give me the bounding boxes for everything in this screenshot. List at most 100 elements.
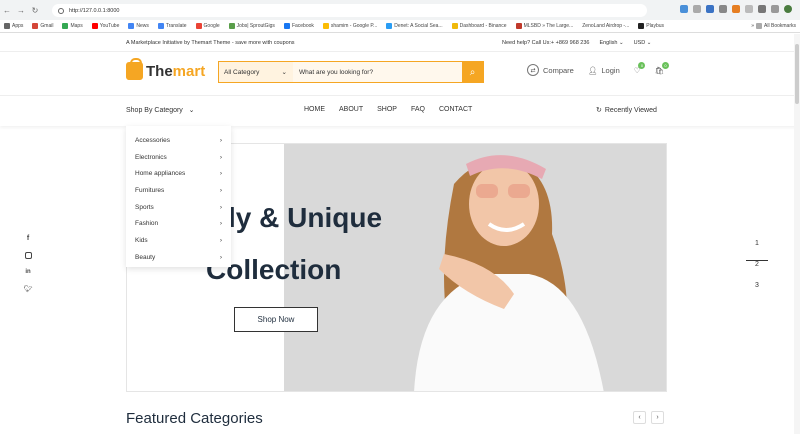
bookmark-news[interactable]: News [128, 23, 149, 29]
bookmark-google[interactable]: Google [195, 23, 220, 29]
category-item[interactable]: Home appliances › [126, 165, 231, 182]
category-item[interactable]: Beauty › [126, 249, 231, 266]
chevron-right-icon: › [219, 253, 222, 261]
chevron-right-icon[interactable]: › [651, 411, 664, 424]
category-dropdown: Accessories › Electronics › Home appliance… [126, 126, 231, 267]
sidepanel-icon[interactable] [771, 5, 779, 13]
forward-icon[interactable]: → [14, 6, 28, 15]
address-bar[interactable]: http://127.0.0.1:8000 [52, 4, 647, 17]
compare-button[interactable]: ⇄ Compare [527, 64, 574, 76]
chevron-right-icon: › [219, 153, 222, 161]
slide-dot[interactable]: 1 [746, 240, 768, 261]
twitter-icon[interactable]: 🐦︎ [24, 285, 33, 293]
search-bar: All Category ⌄ What are you looking for? … [218, 61, 484, 83]
reload-icon[interactable]: ↻ [28, 6, 42, 15]
bookmark-maps[interactable]: Maps [62, 23, 83, 29]
category-item[interactable]: Electronics › [126, 149, 231, 166]
wishlist-button[interactable]: ♡ 0 [634, 61, 646, 75]
nav-faq[interactable]: FAQ [411, 106, 425, 113]
search-icon: ⌕ [469, 66, 476, 78]
instagram-icon[interactable] [24, 252, 32, 259]
url-text: http://127.0.0.1:8000 [69, 7, 120, 14]
bookmark-sproutgigs[interactable]: Jobs| SproutGigs [228, 23, 275, 29]
category-item[interactable]: Sports › [126, 199, 231, 216]
cart-button[interactable]: 🛍︎ 0 [654, 61, 670, 75]
chevron-right-icon: › [219, 186, 222, 194]
chevron-right-icon: › [219, 170, 222, 178]
compare-icon: ⇄ [527, 64, 539, 76]
linkedin-icon[interactable]: in [25, 269, 30, 275]
chevron-right-icon: › [219, 220, 222, 228]
bookmark-denet[interactable]: Denet: A Social Sea... [386, 23, 443, 29]
header-actions: ⇄ Compare 👤︎ Login ♡ 0 🛍︎ 0 [527, 61, 670, 76]
chevron-right-icon: › [219, 203, 222, 211]
slide-dot[interactable]: 3 [746, 282, 768, 303]
all-bookmarks[interactable]: » All Bookmarks [751, 23, 800, 29]
scrollbar-thumb[interactable] [795, 44, 799, 104]
currency-select[interactable]: USD ⌄ [634, 40, 652, 46]
bookmark-youtube[interactable]: YouTube [91, 23, 119, 29]
chevron-right-icon: › [219, 136, 222, 144]
bookmark-facebook[interactable]: Facebook [283, 23, 314, 29]
hero-image [284, 144, 666, 391]
bookmark-binance[interactable]: Dashboard - Binance [451, 23, 507, 29]
category-item[interactable]: Furnitures › [126, 182, 231, 199]
extension-icon[interactable] [693, 5, 701, 13]
avatar[interactable] [784, 5, 792, 13]
site-logo[interactable]: Themart [126, 58, 205, 80]
extensions-area [680, 5, 792, 13]
category-item[interactable]: Fashion › [126, 215, 231, 232]
media-icon[interactable] [758, 5, 766, 13]
slider-pagination: 1 2 3 [746, 240, 768, 303]
bookmark-google-profile[interactable]: shamim - Google P... [322, 23, 377, 29]
bookmarks-bar: Apps Gmail Maps YouTube News Translate G… [0, 20, 800, 33]
language-select[interactable]: English ⌄ [599, 40, 623, 46]
featured-categories-title: Featured Categories [126, 410, 263, 427]
bookmark-playbus[interactable]: Playbus [638, 23, 664, 29]
help-phone: Need help? Call Us:+ +869 968 236 [502, 40, 590, 46]
social-links: f in 🐦︎ [22, 235, 34, 293]
main-menu: HOME ABOUT SHOP FAQ CONTACT [304, 106, 472, 113]
category-item[interactable]: Accessories › [126, 132, 231, 149]
chevron-right-icon: › [219, 236, 222, 244]
chevron-down-icon: ⌄ [281, 69, 287, 76]
extension-icon[interactable] [680, 5, 688, 13]
shopping-bag-icon [126, 58, 143, 80]
puzzle-icon[interactable] [745, 5, 753, 13]
bookmark-mlsbd[interactable]: MLSBD » The Large... [515, 23, 573, 29]
shop-by-category-button[interactable]: Shop By Category ⌄ [126, 106, 195, 114]
back-icon[interactable]: ← [0, 6, 14, 15]
extension-icon[interactable] [719, 5, 727, 13]
promo-topbar: A Marketplace Initiative by Themart Them… [0, 34, 800, 52]
featured-carousel-controls: ‹ › [633, 411, 664, 424]
nav-shop[interactable]: SHOP [377, 106, 397, 113]
cart-count: 0 [662, 61, 670, 69]
refresh-icon: ↻ [596, 107, 602, 114]
bookmark-gmail[interactable]: Gmail [32, 23, 53, 29]
user-icon: 👤︎ [587, 65, 598, 75]
facebook-icon[interactable]: f [27, 235, 29, 242]
tagline: A Marketplace Initiative by Themart Them… [126, 40, 295, 46]
page-scrollbar[interactable] [794, 34, 800, 434]
slide-dot[interactable]: 2 [746, 261, 768, 282]
hero-title-line1: ly & Unique [228, 202, 383, 233]
chevron-left-icon[interactable]: ‹ [633, 411, 646, 424]
search-input[interactable]: What are you looking for? [293, 62, 462, 82]
nav-about[interactable]: ABOUT [339, 106, 363, 113]
nav-contact[interactable]: CONTACT [439, 106, 472, 113]
category-item[interactable]: Kids › [126, 232, 231, 249]
category-select[interactable]: All Category ⌄ [219, 62, 293, 82]
search-button[interactable]: ⌕ [462, 62, 483, 82]
extension-icon[interactable] [732, 5, 740, 13]
login-button[interactable]: 👤︎ Login [588, 66, 620, 75]
chevron-down-icon: ⌄ [188, 107, 195, 114]
bookmark-translate[interactable]: Translate [157, 23, 187, 29]
site-info-icon[interactable] [58, 7, 64, 14]
recently-viewed-button[interactable]: ↻ Recently Viewed [596, 106, 657, 115]
nav-home[interactable]: HOME [304, 106, 325, 113]
bookmark-apps[interactable]: Apps [4, 23, 23, 29]
browser-toolbar: ← → ↻ http://127.0.0.1:8000 [0, 0, 800, 20]
extension-icon[interactable] [706, 5, 714, 13]
bookmark-zenoland[interactable]: ZenoLand Airdrop -... [582, 23, 629, 29]
shop-now-button[interactable]: Shop Now [234, 307, 318, 332]
